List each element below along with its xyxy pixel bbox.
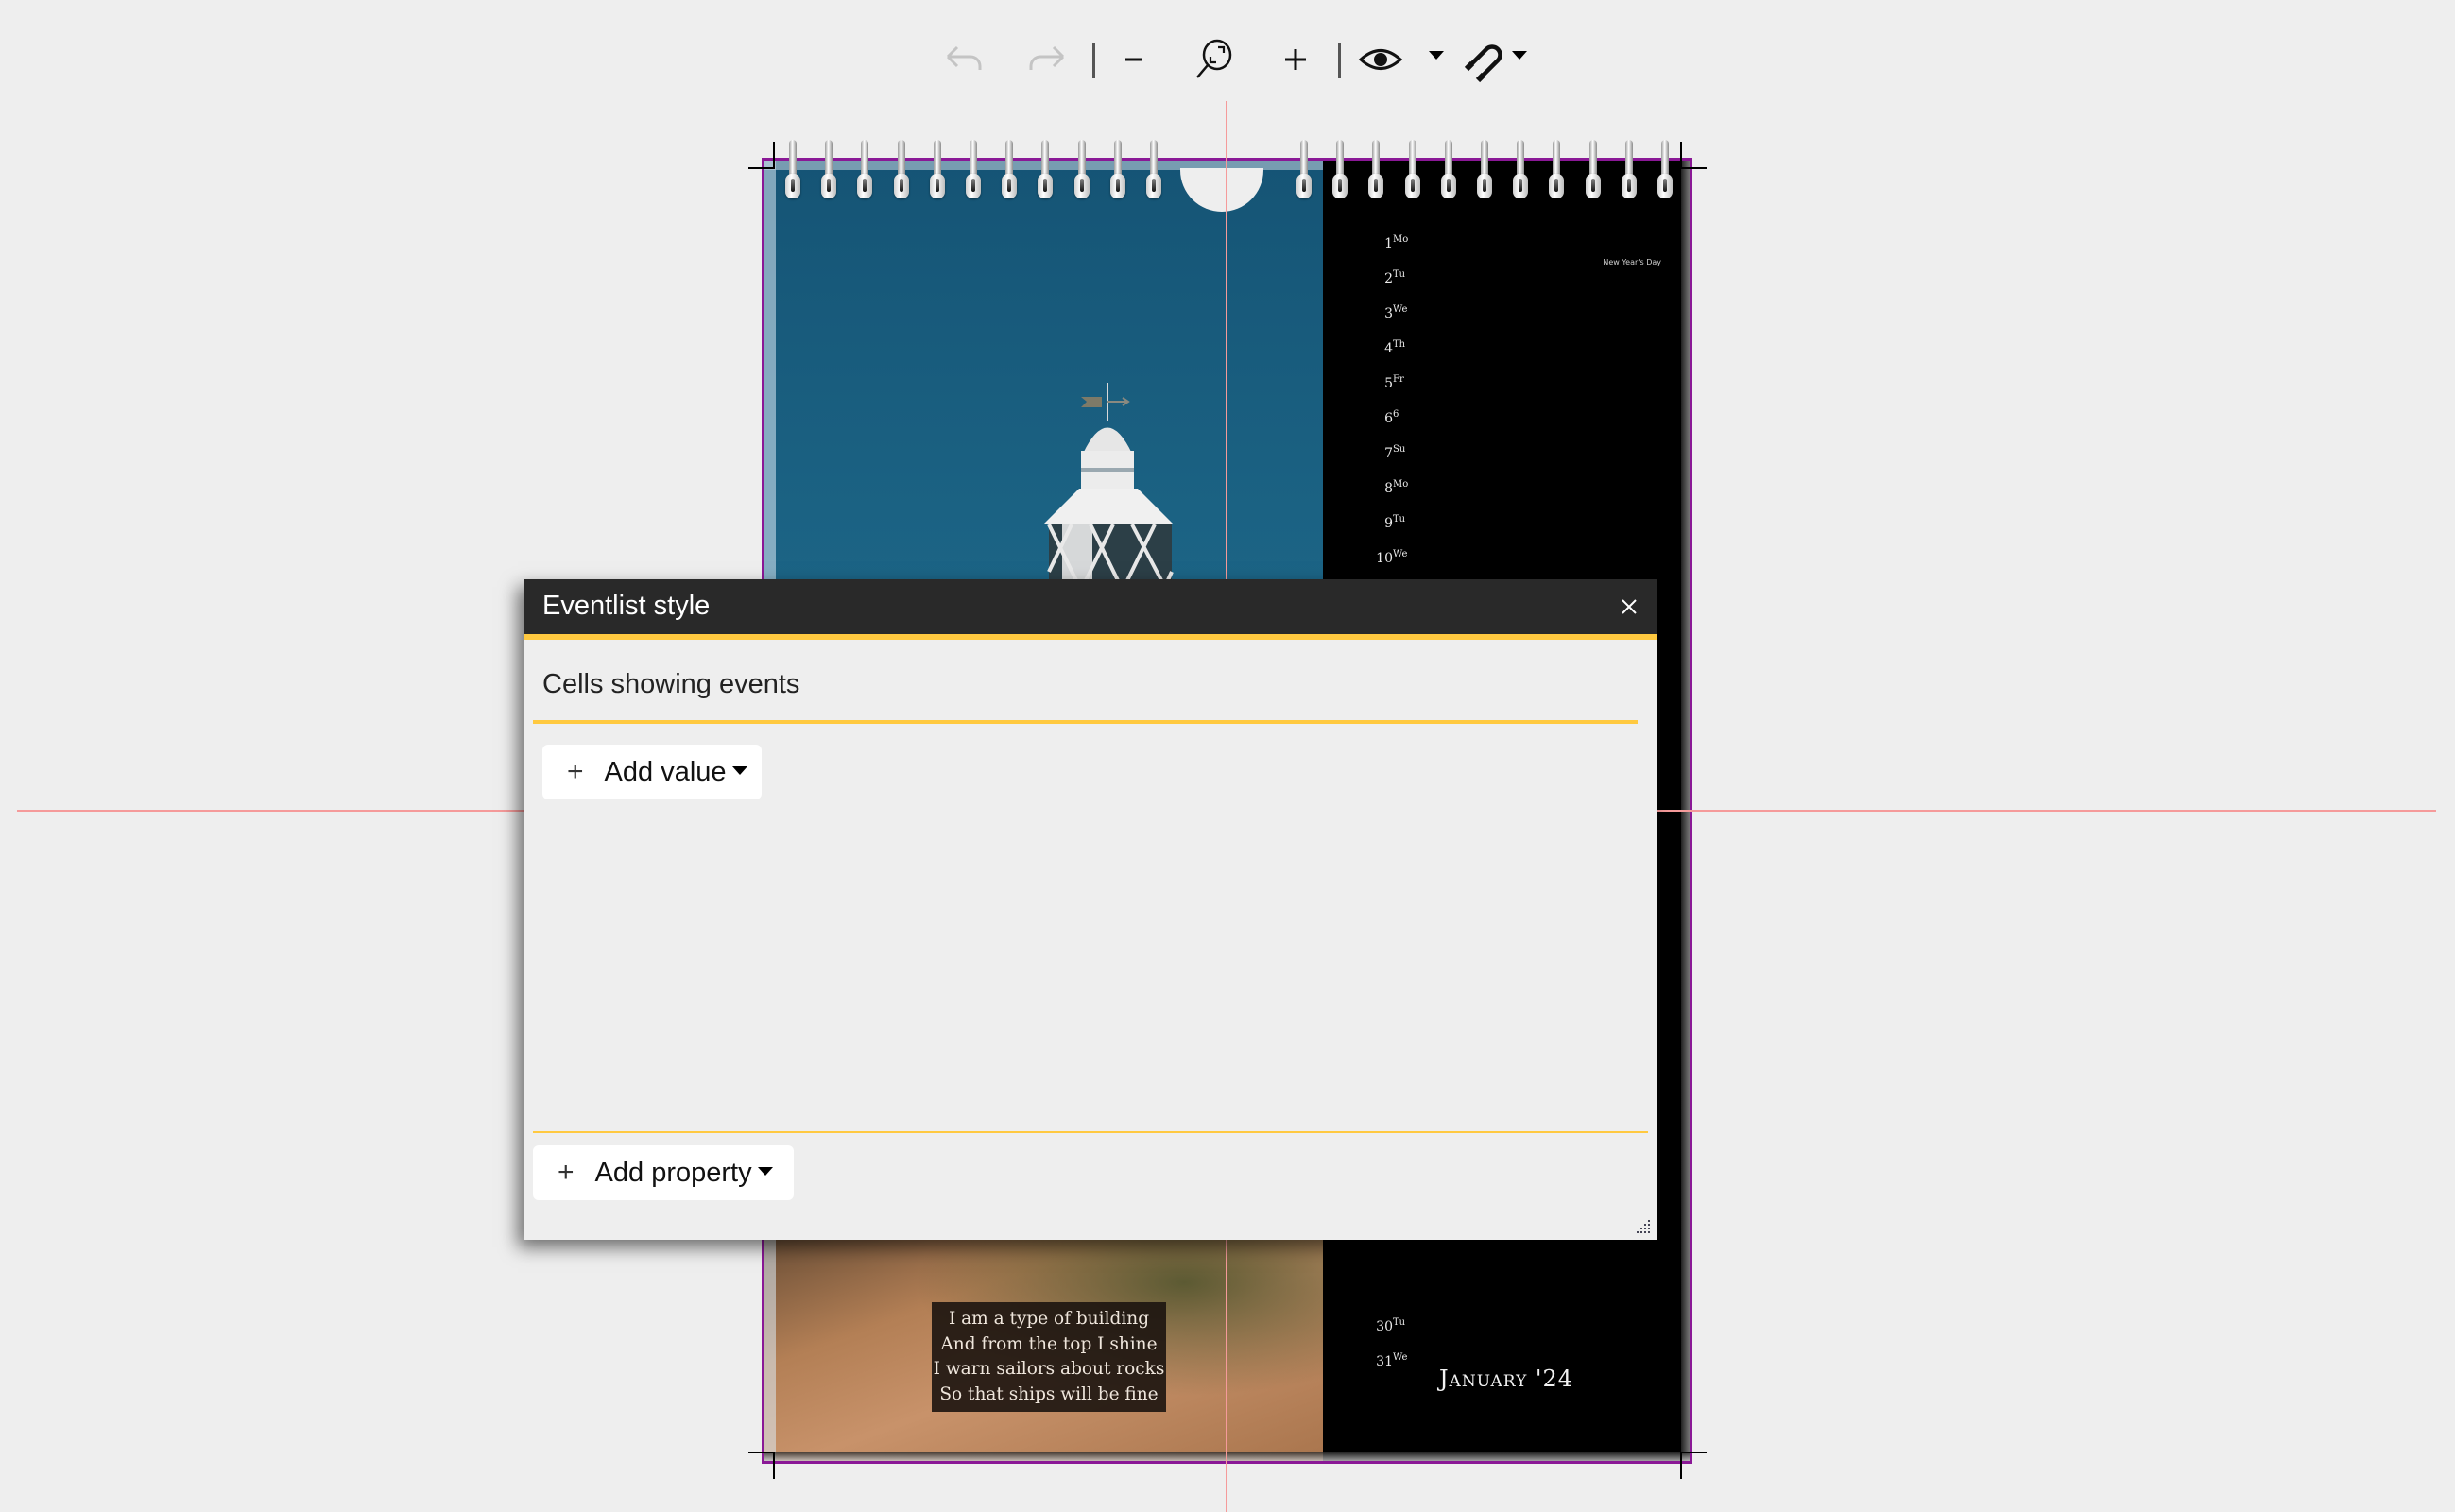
crop-mark [748,167,775,169]
chevron-down-icon [731,765,747,775]
toolbar-separator [1338,43,1341,78]
eye-icon [1358,49,1403,70]
resize-grip-icon[interactable] [1636,1219,1651,1234]
zoom-out-button[interactable] [1110,36,1158,83]
crop-mark [773,1452,775,1479]
eventlist-style-dialog: Eventlist style Cells showing events + A… [524,579,1657,1240]
toolbar [0,0,2455,113]
crop-mark [773,142,775,169]
dialog-title: Eventlist style [542,591,711,621]
chevron-down-icon [757,1166,773,1176]
add-property-button[interactable]: + Add property [533,1145,794,1200]
snap-button[interactable] [1460,36,1507,83]
close-icon [1622,599,1637,614]
crop-mark [1680,1452,1682,1479]
close-button[interactable] [1617,594,1641,619]
dialog-header[interactable]: Eventlist style [524,579,1657,640]
section-title: Cells showing events [542,669,800,699]
undo-button[interactable] [940,36,987,83]
crop-mark [748,1452,775,1453]
toolbar-separator [1092,43,1095,78]
zoom-in-button[interactable] [1272,36,1319,83]
zoom-fit-button[interactable] [1191,36,1238,83]
plus-icon: + [567,756,584,787]
redo-button[interactable] [1023,36,1071,83]
zoom-fit-magnifier-icon [1196,39,1232,78]
add-property-label: Add property [594,1157,752,1188]
magnet-icon [1464,44,1502,83]
add-value-button[interactable]: + Add value [542,745,762,799]
view-button[interactable] [1357,36,1404,83]
plus-icon: + [558,1157,575,1188]
crop-mark [1680,1452,1707,1453]
section-divider [533,1131,1648,1133]
crop-mark [1680,142,1682,169]
plus-icon [1285,49,1306,70]
add-value-label: Add value [604,756,727,787]
view-dropdown-caret[interactable] [1429,51,1444,60]
minus-icon [1125,58,1142,61]
undo-arrow-icon [946,45,982,70]
snap-dropdown-caret[interactable] [1512,51,1527,60]
crop-mark [1680,167,1707,169]
redo-arrow-icon [1029,45,1065,70]
section-divider [533,720,1638,724]
